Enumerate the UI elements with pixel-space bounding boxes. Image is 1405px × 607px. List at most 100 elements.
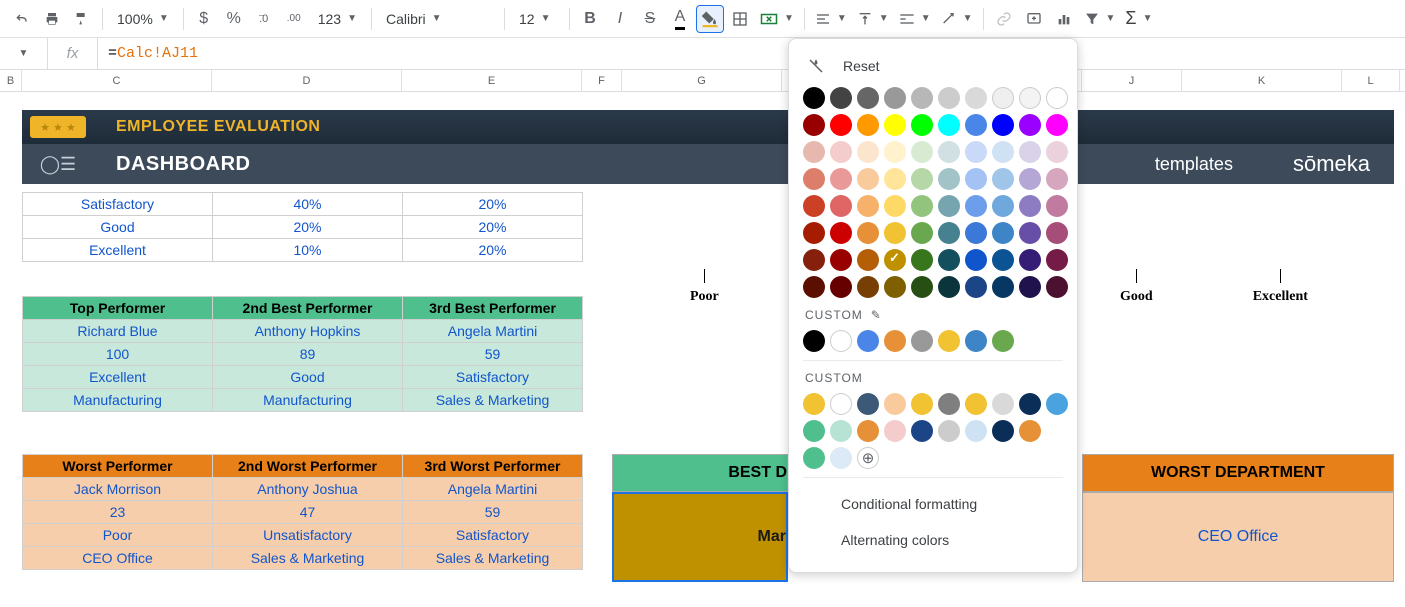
currency-button[interactable]: $ <box>190 5 218 33</box>
valign-button[interactable]: ▼ <box>853 5 893 33</box>
undo-button[interactable] <box>8 5 36 33</box>
color-swatch[interactable] <box>965 330 987 352</box>
color-swatch[interactable] <box>992 330 1014 352</box>
pencil-icon[interactable]: ✎ <box>871 308 882 322</box>
color-swatch[interactable] <box>1019 168 1041 190</box>
fill-color-button[interactable] <box>696 5 724 33</box>
color-swatch[interactable] <box>830 195 852 217</box>
color-swatch[interactable] <box>1019 141 1041 163</box>
table-header-row[interactable]: Top Performer2nd Best Performer3rd Best … <box>23 297 583 320</box>
color-swatch[interactable] <box>857 330 879 352</box>
color-swatch[interactable] <box>803 276 825 298</box>
color-swatch[interactable] <box>992 420 1014 442</box>
color-swatch[interactable] <box>992 222 1014 244</box>
color-swatch[interactable] <box>911 141 933 163</box>
color-swatch[interactable] <box>1019 195 1041 217</box>
color-swatch[interactable] <box>830 393 852 415</box>
increase-decimal-button[interactable]: .00 <box>280 5 308 33</box>
color-swatch[interactable] <box>1046 393 1068 415</box>
add-color-button[interactable]: ⊕ <box>857 447 879 469</box>
color-swatch[interactable] <box>1046 249 1068 271</box>
color-swatch[interactable] <box>803 195 825 217</box>
italic-button[interactable]: I <box>606 5 634 33</box>
table-row[interactable]: Jack MorrisonAnthony JoshuaAngela Martin… <box>23 478 583 501</box>
functions-button[interactable]: Σ▼ <box>1121 5 1156 33</box>
color-swatch[interactable] <box>1019 87 1041 109</box>
color-swatch[interactable] <box>938 249 960 271</box>
color-swatch[interactable] <box>992 141 1014 163</box>
color-swatch[interactable] <box>965 249 987 271</box>
table-row[interactable]: ExcellentGoodSatisfactory <box>23 366 583 389</box>
table-row[interactable]: CEO OfficeSales & MarketingSales & Marke… <box>23 547 583 570</box>
color-swatch[interactable] <box>1019 114 1041 136</box>
color-swatch[interactable] <box>884 168 906 190</box>
col-header[interactable]: L <box>1342 70 1400 91</box>
color-swatch[interactable] <box>992 114 1014 136</box>
color-swatch[interactable] <box>992 87 1014 109</box>
color-swatch[interactable] <box>992 393 1014 415</box>
color-swatch[interactable] <box>803 87 825 109</box>
color-swatch[interactable] <box>911 249 933 271</box>
color-swatch[interactable] <box>1019 276 1041 298</box>
col-header[interactable]: K <box>1182 70 1342 91</box>
color-swatch[interactable] <box>830 447 852 469</box>
color-swatch[interactable] <box>911 276 933 298</box>
halign-button[interactable]: ▼ <box>811 5 851 33</box>
color-swatch[interactable] <box>803 447 825 469</box>
color-swatch[interactable] <box>803 141 825 163</box>
color-swatch[interactable] <box>830 276 852 298</box>
worst-dept-header[interactable]: WORST DEPARTMENT <box>1082 454 1394 492</box>
best-dept-header[interactable]: BEST D <box>612 454 788 492</box>
paint-format-button[interactable] <box>68 5 96 33</box>
color-swatch[interactable] <box>1046 141 1068 163</box>
color-swatch[interactable] <box>911 393 933 415</box>
reset-button[interactable]: Reset <box>803 51 1063 87</box>
table-row[interactable]: 234759 <box>23 501 583 524</box>
color-swatch[interactable] <box>911 330 933 352</box>
color-swatch[interactable] <box>803 420 825 442</box>
decrease-decimal-button[interactable]: .0_ <box>250 5 278 33</box>
color-swatch[interactable] <box>965 114 987 136</box>
color-swatch[interactable] <box>965 168 987 190</box>
color-swatch[interactable] <box>857 168 879 190</box>
color-swatch[interactable] <box>1046 168 1068 190</box>
text-color-button[interactable]: A <box>666 5 694 33</box>
zoom-combo[interactable]: 100%▼ <box>109 5 177 33</box>
color-swatch[interactable] <box>884 420 906 442</box>
color-swatch[interactable] <box>965 276 987 298</box>
fontsize-combo[interactable]: 12▼ <box>511 5 563 33</box>
print-button[interactable] <box>38 5 66 33</box>
color-swatch[interactable] <box>857 141 879 163</box>
color-swatch[interactable] <box>803 168 825 190</box>
color-swatch[interactable] <box>938 222 960 244</box>
color-swatch[interactable] <box>1019 222 1041 244</box>
color-swatch[interactable] <box>803 222 825 244</box>
color-swatch[interactable] <box>992 168 1014 190</box>
color-swatch[interactable] <box>965 87 987 109</box>
alternating-colors-item[interactable]: Alternating colors <box>803 522 1063 558</box>
color-swatch[interactable] <box>884 249 906 271</box>
color-swatch[interactable] <box>911 87 933 109</box>
color-swatch[interactable] <box>1046 276 1068 298</box>
col-header[interactable]: C <box>22 70 212 91</box>
color-swatch[interactable] <box>803 393 825 415</box>
color-swatch[interactable] <box>830 420 852 442</box>
color-swatch[interactable] <box>857 249 879 271</box>
color-swatch[interactable] <box>1046 87 1068 109</box>
strikethrough-button[interactable]: S <box>636 5 664 33</box>
best-dept-value[interactable]: Mar <box>612 492 788 582</box>
table-row[interactable]: ManufacturingManufacturingSales & Market… <box>23 389 583 412</box>
number-format-combo[interactable]: 123▼ <box>310 5 365 33</box>
color-swatch[interactable] <box>1019 249 1041 271</box>
color-swatch[interactable] <box>884 141 906 163</box>
color-swatch[interactable] <box>830 141 852 163</box>
filter-button[interactable]: ▼ <box>1080 5 1120 33</box>
color-swatch[interactable] <box>857 393 879 415</box>
color-swatch[interactable] <box>938 420 960 442</box>
color-swatch[interactable] <box>1019 420 1041 442</box>
color-swatch[interactable] <box>884 114 906 136</box>
color-swatch[interactable] <box>884 222 906 244</box>
color-swatch[interactable] <box>938 87 960 109</box>
table-header-row[interactable]: Worst Performer2nd Worst Performer3rd Wo… <box>23 455 583 478</box>
color-swatch[interactable] <box>884 330 906 352</box>
